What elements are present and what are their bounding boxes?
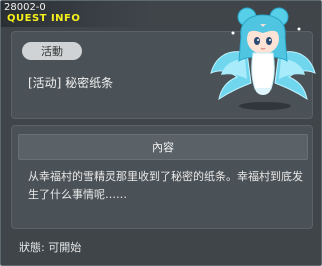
quest-status: 狀態: 可開始 <box>19 241 82 254</box>
window-title: QUEST INFO <box>7 13 81 24</box>
category-badge: 活動 <box>22 42 82 60</box>
quest-description: 从幸福村的雪精灵那里收到了秘密的纸条。幸福村到底发生了什么事情呢…… <box>28 170 303 201</box>
quest-id: 28002-0 <box>4 2 46 13</box>
content-header: 內容 <box>18 134 308 160</box>
snow-spirit-avatar-icon <box>210 7 316 110</box>
quest-content-panel: 內容 从幸福村的雪精灵那里收到了秘密的纸条。幸福村到底发生了什么事情呢…… <box>11 125 313 229</box>
quest-name: [活动] 秘密纸条 <box>28 76 114 90</box>
quest-info-window: 28002-0 QUEST INFO 活動 [活动] 秘密纸条 內容 从幸福村的… <box>0 0 322 266</box>
